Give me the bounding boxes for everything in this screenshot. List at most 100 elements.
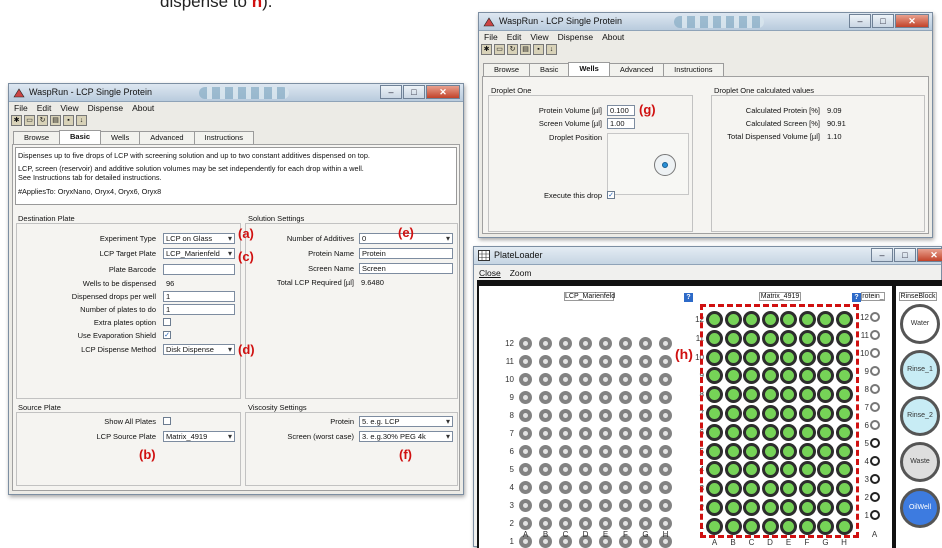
reservoir-waste[interactable]: Waste	[900, 442, 940, 482]
left-plate-well[interactable]	[579, 427, 592, 440]
left-plate-well[interactable]	[519, 391, 532, 404]
protein-well[interactable]	[870, 402, 880, 412]
plates-input[interactable]: 1	[163, 304, 235, 315]
left-plate-help-icon[interactable]: ?	[684, 293, 693, 302]
left-plate-well[interactable]	[639, 427, 652, 440]
left-plate-well[interactable]	[659, 517, 672, 530]
run-icon[interactable]: ↓	[546, 44, 557, 55]
left-plate-well[interactable]	[519, 337, 532, 350]
menu-file[interactable]: File	[14, 102, 28, 114]
refresh-icon[interactable]: ↻	[37, 115, 48, 126]
print-icon[interactable]: ▤	[50, 115, 61, 126]
left-plate-well[interactable]	[599, 463, 612, 476]
close-button[interactable]: ✕	[917, 248, 942, 262]
left-plate-well[interactable]	[619, 391, 632, 404]
wasp-icon[interactable]: ✱	[11, 115, 22, 126]
drops-input[interactable]: 1	[163, 291, 235, 302]
left-plate-well[interactable]	[559, 391, 572, 404]
left-plate-well[interactable]	[579, 445, 592, 458]
tab-basic[interactable]: Basic	[529, 63, 570, 76]
left-plate-well[interactable]	[539, 427, 552, 440]
visc-screen-select[interactable]: 3. e.g.30% PEG 4k	[359, 431, 453, 442]
protein-well[interactable]	[870, 474, 880, 484]
tab-basic[interactable]: Basic	[59, 130, 102, 144]
left-plate-well[interactable]	[539, 373, 552, 386]
droplet-position-canvas[interactable]	[607, 133, 689, 195]
left-plate-well[interactable]	[659, 445, 672, 458]
menu-dispense[interactable]: Dispense	[558, 31, 593, 43]
left-plate-well[interactable]	[639, 499, 652, 512]
left-plate-well[interactable]	[539, 517, 552, 530]
left-plate-well[interactable]	[579, 373, 592, 386]
maximize-button[interactable]: □	[894, 248, 916, 262]
tab-browse[interactable]: Browse	[13, 131, 61, 144]
left-plate-well[interactable]	[539, 481, 552, 494]
left-plate-well[interactable]	[659, 427, 672, 440]
left-plate-well[interactable]	[519, 517, 532, 530]
left-plate-well[interactable]	[559, 373, 572, 386]
protein-well[interactable]	[870, 330, 880, 340]
tab-advanced[interactable]: Advanced	[139, 131, 195, 144]
reservoir-water[interactable]: Water	[900, 304, 940, 344]
tab-advanced[interactable]: Advanced	[608, 63, 665, 76]
left-plate-well[interactable]	[639, 517, 652, 530]
left-plate-well[interactable]	[579, 463, 592, 476]
menu-view[interactable]: View	[530, 31, 548, 43]
left-plate-well[interactable]	[539, 499, 552, 512]
tab-wells[interactable]: Wells	[100, 131, 141, 144]
title-bar[interactable]: WaspRun - LCP Single Protein – □ ✕	[9, 84, 463, 102]
tab-instructions[interactable]: Instructions	[193, 131, 254, 144]
menu-zoom[interactable]: Zoom	[510, 267, 532, 279]
save-icon[interactable]: ▪	[533, 44, 544, 55]
menu-close[interactable]: Close	[479, 267, 501, 279]
visc-protein-select[interactable]: 5. e.g. LCP	[359, 416, 453, 427]
left-plate-well[interactable]	[639, 463, 652, 476]
left-plate-well[interactable]	[559, 409, 572, 422]
left-plate-well[interactable]	[539, 355, 552, 368]
left-plate-well[interactable]	[659, 391, 672, 404]
left-plate-well[interactable]	[659, 373, 672, 386]
left-plate-well[interactable]	[599, 409, 612, 422]
open-icon[interactable]: ▭	[494, 44, 505, 55]
left-plate-well[interactable]	[579, 409, 592, 422]
left-plate-well[interactable]	[539, 391, 552, 404]
menu-about[interactable]: About	[602, 31, 624, 43]
print-icon[interactable]: ▤	[520, 44, 531, 55]
left-plate-well[interactable]	[539, 463, 552, 476]
left-plate-well[interactable]	[659, 337, 672, 350]
dispense-method-select[interactable]: Disk Dispense	[163, 344, 235, 355]
left-plate-well[interactable]	[559, 463, 572, 476]
minimize-button[interactable]: –	[871, 248, 893, 262]
left-plate-well[interactable]	[639, 481, 652, 494]
left-plate-well[interactable]	[599, 355, 612, 368]
close-button[interactable]: ✕	[895, 14, 929, 28]
title-bar[interactable]: WaspRun - LCP Single Protein – □ ✕	[479, 13, 932, 31]
left-plate-well[interactable]	[519, 499, 532, 512]
left-plate-well[interactable]	[619, 517, 632, 530]
left-plate-well[interactable]	[639, 373, 652, 386]
left-plate-well[interactable]	[539, 445, 552, 458]
title-bar[interactable]: PlateLoader – □ ✕	[474, 247, 942, 265]
left-plate-well[interactable]	[519, 481, 532, 494]
left-plate-well[interactable]	[599, 391, 612, 404]
left-plate-well[interactable]	[619, 463, 632, 476]
left-plate-well[interactable]	[619, 409, 632, 422]
left-plate-well[interactable]	[659, 355, 672, 368]
left-plate-well[interactable]	[519, 445, 532, 458]
protein-well[interactable]	[870, 366, 880, 376]
left-plate-well[interactable]	[559, 499, 572, 512]
left-plate-well[interactable]	[559, 355, 572, 368]
left-plate-well[interactable]	[619, 337, 632, 350]
protein-well[interactable]	[870, 384, 880, 394]
execute-drop-checkbox[interactable]: ✓	[607, 191, 615, 199]
left-plate-well[interactable]	[539, 409, 552, 422]
left-plate-well[interactable]	[659, 463, 672, 476]
screen-name-input[interactable]: Screen	[359, 263, 453, 274]
right-plate-help-icon[interactable]: ?	[852, 293, 861, 302]
menu-about[interactable]: About	[132, 102, 154, 114]
left-plate-well[interactable]	[639, 355, 652, 368]
menu-dispense[interactable]: Dispense	[88, 102, 123, 114]
left-plate-well[interactable]	[619, 355, 632, 368]
left-plate-well[interactable]	[519, 409, 532, 422]
maximize-button[interactable]: □	[872, 14, 894, 28]
